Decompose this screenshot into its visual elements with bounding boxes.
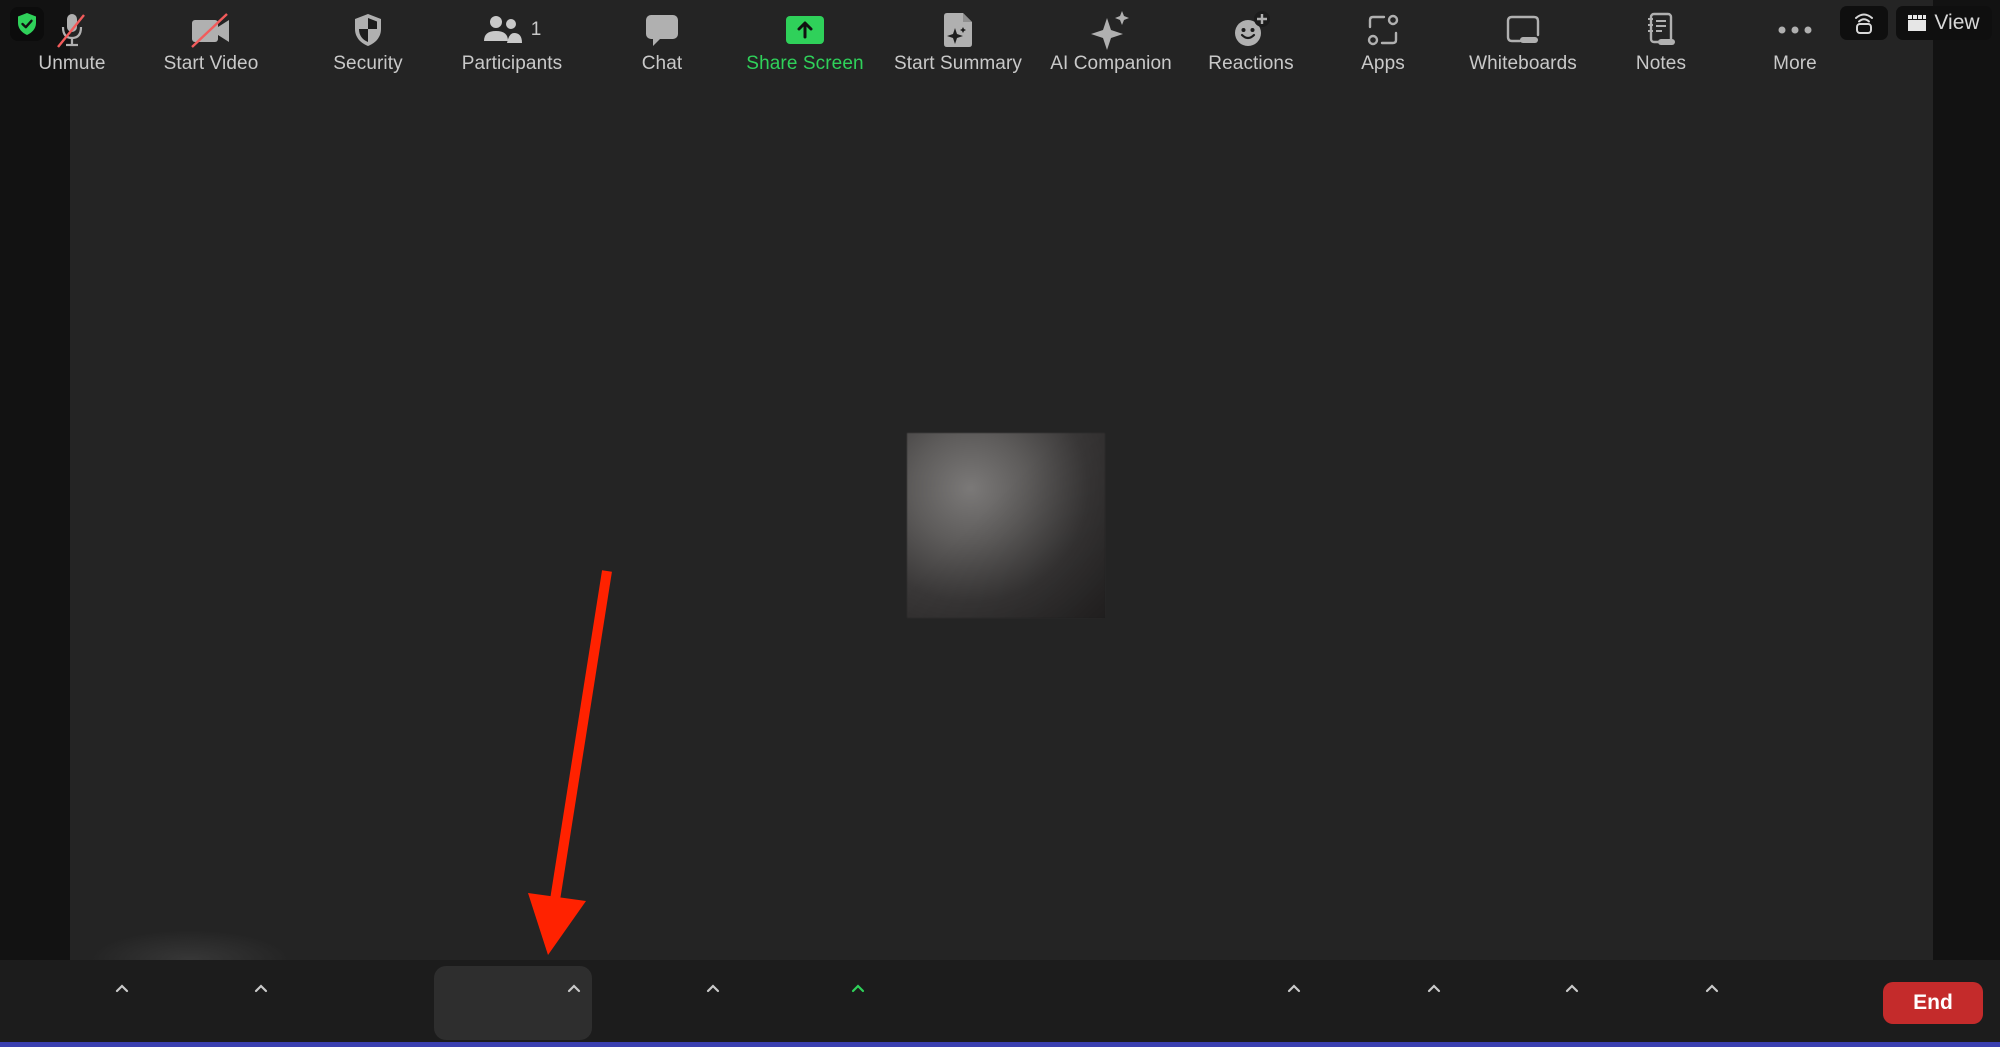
ai-companion-label: AI Companion (1050, 53, 1172, 74)
video-off-icon (191, 13, 229, 48)
notes-label: Notes (1635, 53, 1687, 74)
summary-document-icon (944, 13, 972, 47)
share-screen-icon (786, 16, 824, 44)
emoji-add-icon (1235, 11, 1270, 46)
start-video-button[interactable]: Start Video (158, 6, 264, 78)
start-video-label: Start Video (163, 53, 259, 74)
security-label: Security (333, 53, 403, 74)
chat-bubble-icon (646, 15, 678, 46)
left-rail (0, 0, 70, 960)
participants-icon (483, 16, 522, 43)
reactions-button[interactable]: Reactions (1200, 6, 1302, 78)
gallery-grid-icon (1908, 15, 1927, 31)
apps-label: Apps (1361, 53, 1405, 74)
share-screen-button[interactable]: Share Screen (740, 6, 870, 78)
sparkle-icon (1091, 11, 1129, 50)
notes-icon (1648, 12, 1675, 45)
ai-companion-button[interactable]: AI Companion (1040, 6, 1182, 78)
audio-connection-icon (1855, 13, 1873, 34)
whiteboards-options-caret[interactable] (1564, 980, 1580, 996)
participant-count: 1 (530, 19, 542, 40)
participants-options-caret[interactable] (566, 980, 582, 996)
apps-icon (1367, 14, 1399, 46)
name-tag-shadow (90, 930, 290, 960)
view-label: View (1934, 11, 1980, 34)
apps-button[interactable]: Apps (1343, 6, 1423, 78)
whiteboards-label: Whiteboards (1469, 53, 1577, 74)
share-options-caret[interactable] (850, 980, 866, 996)
security-button[interactable]: Security (318, 6, 418, 78)
chat-button[interactable]: Chat (622, 6, 702, 78)
apps-options-caret[interactable] (1426, 980, 1442, 996)
reactions-label: Reactions (1208, 53, 1294, 74)
unmute-button[interactable]: Unmute (32, 6, 112, 78)
start-summary-label: Start Summary (894, 53, 1022, 74)
more-label: More (1773, 53, 1817, 74)
participants-active-bg (434, 966, 592, 1040)
share-screen-label: Share Screen (746, 53, 864, 74)
avatar-shading (907, 433, 1105, 618)
video-options-caret[interactable] (253, 980, 269, 996)
more-dots-icon (1778, 26, 1812, 34)
audio-connection-button[interactable] (1840, 6, 1888, 40)
zoom-meeting-window: View (0, 0, 2000, 1042)
notes-options-caret[interactable] (1704, 980, 1720, 996)
whiteboard-icon (1506, 15, 1540, 43)
chat-label: Chat (641, 53, 683, 74)
microphone-muted-icon (57, 14, 85, 48)
shield-icon (355, 14, 381, 46)
start-summary-button[interactable]: Start Summary (888, 6, 1028, 78)
end-meeting-button[interactable]: End (1883, 982, 1983, 1024)
chat-options-caret[interactable] (705, 980, 721, 996)
whiteboards-button[interactable]: Whiteboards (1462, 6, 1584, 78)
view-button[interactable]: View (1896, 6, 1992, 40)
participants-label: Participants (461, 53, 563, 74)
right-rail (1933, 0, 2000, 960)
reactions-options-caret[interactable] (1286, 980, 1302, 996)
more-button[interactable]: More (1755, 6, 1835, 78)
unmute-label: Unmute (38, 53, 106, 74)
audio-options-caret[interactable] (114, 980, 130, 996)
meeting-toolbar (0, 960, 2000, 1042)
participants-button[interactable]: 1 Participants (452, 6, 572, 78)
notes-button[interactable]: Notes (1620, 6, 1702, 78)
